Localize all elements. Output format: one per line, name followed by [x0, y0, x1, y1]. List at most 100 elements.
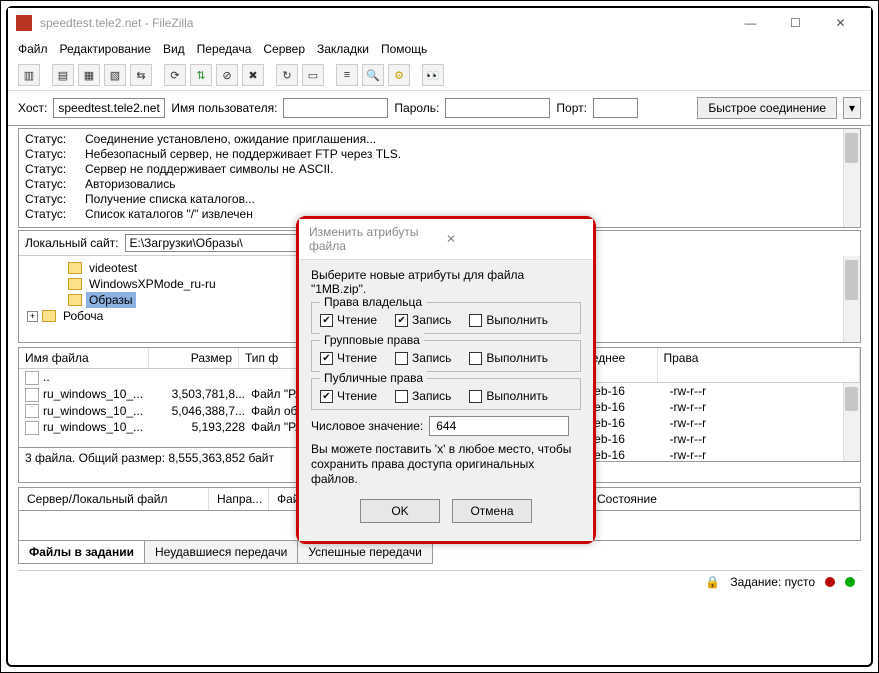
- compare-icon[interactable]: ≡: [336, 64, 358, 86]
- tree-node[interactable]: videotest: [86, 260, 140, 276]
- log-label: Статус:: [25, 177, 85, 192]
- close-button[interactable]: ✕: [818, 9, 863, 37]
- tree-node[interactable]: Образы: [86, 292, 136, 308]
- col-size[interactable]: Размер: [149, 348, 239, 368]
- read-checkbox[interactable]: ✔Чтение: [320, 389, 377, 403]
- dialog-titlebar[interactable]: Изменить атрибуты файла ✕: [299, 219, 593, 260]
- dialog-title: Изменить атрибуты файла: [309, 225, 440, 253]
- checkbox-icon: ✔: [320, 314, 333, 327]
- menu-item[interactable]: Помощь: [381, 42, 427, 56]
- toggle-queue-icon[interactable]: ▧: [104, 64, 126, 86]
- process-queue-icon[interactable]: ⇅: [190, 64, 212, 86]
- tab-failed[interactable]: Неудавшиеся передачи: [144, 541, 298, 564]
- read-checkbox[interactable]: ✔Чтение: [320, 351, 377, 365]
- binoculars-icon[interactable]: 👀: [422, 64, 444, 86]
- reconnect-icon[interactable]: ↻: [276, 64, 298, 86]
- execute-checkbox[interactable]: Выполнить: [469, 351, 548, 365]
- queue-col[interactable]: Сервер/Локальный файл: [19, 488, 209, 510]
- toolbar: ▥ ▤ ▦ ▧ ⇆ ⟳ ⇅ ⊘ ✖ ↻ ▭ ≡ 🔍 ⚙ 👀: [8, 60, 871, 91]
- queue-col[interactable]: Напра...: [209, 488, 269, 510]
- ok-button[interactable]: OK: [360, 499, 440, 523]
- app-icon: [16, 15, 32, 31]
- log-message: Получение списка каталогов...: [85, 192, 255, 207]
- dialog-note: Вы можете поставить 'x' в любое место, ч…: [311, 442, 581, 487]
- tab-queued[interactable]: Файлы в задании: [18, 541, 145, 564]
- menu-item[interactable]: Сервер: [263, 42, 305, 56]
- minimize-button[interactable]: —: [728, 9, 773, 37]
- log-label: Статус:: [25, 147, 85, 162]
- folder-icon: [68, 294, 82, 306]
- options-icon[interactable]: ⚙: [388, 64, 410, 86]
- lock-icon: 🔒: [705, 575, 720, 589]
- group-title: Права владельца: [320, 295, 426, 309]
- message-log[interactable]: Статус:Соединение установлено, ожидание …: [18, 128, 861, 228]
- tree-node[interactable]: Робоча: [60, 308, 106, 324]
- filters-icon[interactable]: ▭: [302, 64, 324, 86]
- checkbox-icon: [395, 390, 408, 403]
- folder-icon: [42, 310, 56, 322]
- queue-status: Задание: пусто: [730, 575, 815, 589]
- group-title: Групповые права: [320, 333, 424, 347]
- write-checkbox[interactable]: Запись: [395, 351, 451, 365]
- status-bar: 🔒 Задание: пусто: [18, 570, 861, 593]
- refresh-icon[interactable]: ⟳: [164, 64, 186, 86]
- menu-item[interactable]: Файл: [18, 42, 48, 56]
- menu-item[interactable]: Вид: [163, 42, 185, 56]
- remote-list-scrollbar[interactable]: [843, 383, 860, 461]
- sync-browse-icon[interactable]: ⇆: [130, 64, 152, 86]
- file-icon: [25, 371, 39, 385]
- host-label: Хост:: [18, 101, 47, 115]
- title-bar: speedtest.tele2.net - FileZilla — ☐ ✕: [8, 8, 871, 38]
- execute-checkbox[interactable]: Выполнить: [469, 389, 548, 403]
- log-message: Список каталогов "/" извлечен: [85, 207, 253, 222]
- cancel-icon[interactable]: ⊘: [216, 64, 238, 86]
- log-scrollbar[interactable]: [843, 129, 860, 227]
- group-title: Публичные права: [320, 371, 427, 385]
- toggle-log-icon[interactable]: ▤: [52, 64, 74, 86]
- quickconnect-dropdown[interactable]: ▾: [843, 97, 861, 119]
- write-checkbox[interactable]: Запись: [395, 389, 451, 403]
- queue-tabs: Файлы в задании Неудавшиеся передачи Усп…: [18, 541, 861, 564]
- search-icon[interactable]: 🔍: [362, 64, 384, 86]
- toggle-tree-icon[interactable]: ▦: [78, 64, 100, 86]
- menu-item[interactable]: Редактирование: [60, 42, 151, 56]
- dialog-close-button[interactable]: ✕: [440, 232, 583, 246]
- col-permissions[interactable]: Права: [658, 348, 861, 382]
- file-icon: [25, 421, 39, 435]
- folder-icon: [68, 278, 82, 290]
- menu-item[interactable]: Закладки: [317, 42, 369, 56]
- expand-icon[interactable]: +: [27, 311, 38, 322]
- dialog-intro: Выберите новые атрибуты для файла "1MB.z…: [311, 268, 581, 296]
- tab-successful[interactable]: Успешные передачи: [297, 541, 433, 564]
- maximize-button[interactable]: ☐: [773, 9, 818, 37]
- col-filename[interactable]: Имя файла: [19, 348, 149, 368]
- menu-bar: Файл Редактирование Вид Передача Сервер …: [8, 38, 871, 60]
- queue-col[interactable]: Состояние: [589, 488, 860, 510]
- tree-node[interactable]: WindowsXPMode_ru-ru: [86, 276, 219, 292]
- user-input[interactable]: [283, 98, 388, 118]
- checkbox-icon: [395, 352, 408, 365]
- site-manager-icon[interactable]: ▥: [18, 64, 40, 86]
- execute-checkbox[interactable]: Выполнить: [469, 313, 548, 327]
- numeric-input[interactable]: [429, 416, 569, 436]
- port-input[interactable]: [593, 98, 638, 118]
- checkbox-icon: [469, 390, 482, 403]
- permissions-dialog: Изменить атрибуты файла ✕ Выберите новые…: [296, 216, 596, 544]
- local-site-label: Локальный сайт:: [25, 236, 119, 250]
- host-input[interactable]: [53, 98, 165, 118]
- pass-input[interactable]: [445, 98, 550, 118]
- cancel-button[interactable]: Отмена: [452, 499, 532, 523]
- log-message: Соединение установлено, ожидание приглаш…: [85, 132, 376, 147]
- write-checkbox[interactable]: ✔Запись: [395, 313, 451, 327]
- read-checkbox[interactable]: ✔Чтение: [320, 313, 377, 327]
- permission-group: Публичные права✔ЧтениеЗаписьВыполнить: [311, 378, 581, 410]
- window-title: speedtest.tele2.net - FileZilla: [40, 16, 728, 30]
- remote-tree-scrollbar[interactable]: [843, 256, 860, 342]
- file-icon: [25, 404, 39, 418]
- led-red-icon: [825, 577, 835, 587]
- checkbox-icon: [469, 352, 482, 365]
- disconnect-icon[interactable]: ✖: [242, 64, 264, 86]
- menu-item[interactable]: Передача: [197, 42, 252, 56]
- port-label: Порт:: [556, 101, 587, 115]
- quickconnect-button[interactable]: Быстрое соединение: [697, 97, 837, 119]
